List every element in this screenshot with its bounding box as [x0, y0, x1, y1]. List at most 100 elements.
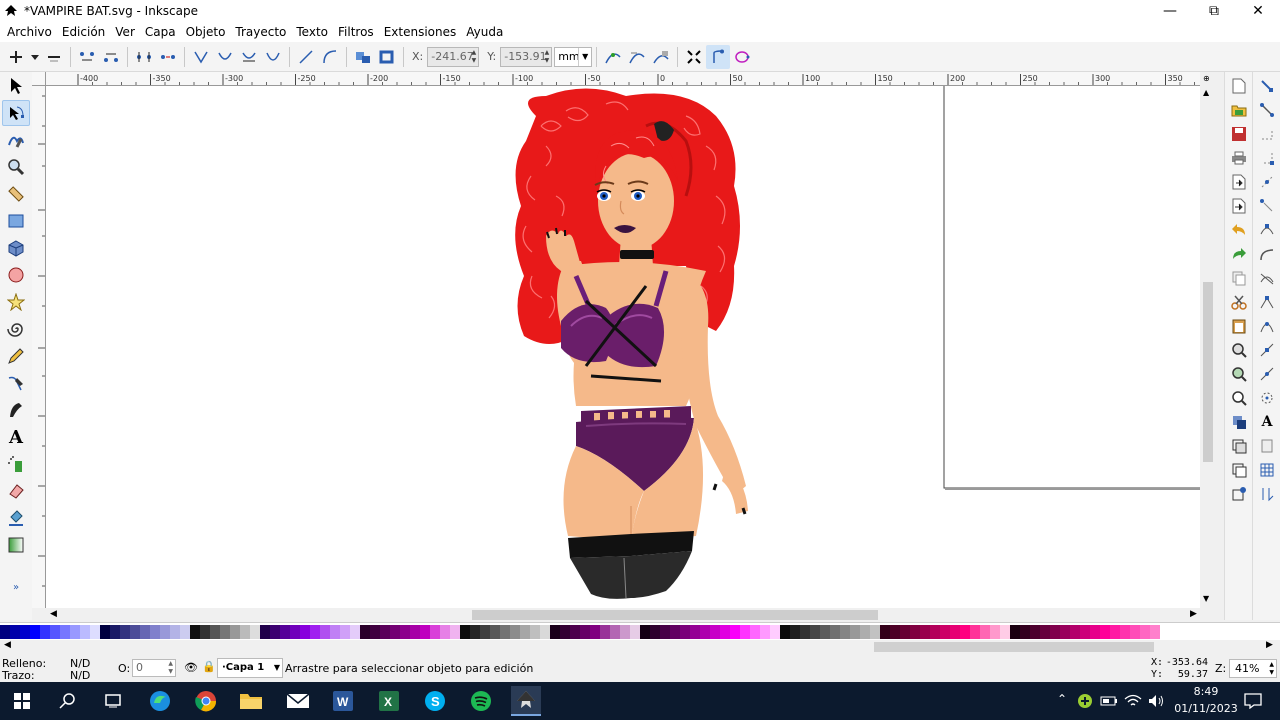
paint-bucket-tool-icon[interactable] [2, 505, 30, 531]
palette-swatch[interactable] [30, 625, 40, 639]
palette-swatch[interactable] [660, 625, 670, 639]
palette-swatch[interactable] [870, 625, 880, 639]
minimize-button[interactable]: — [1148, 0, 1192, 22]
star-tool-icon[interactable] [2, 289, 30, 315]
cusp-node-icon[interactable] [189, 45, 213, 69]
drawing-canvas[interactable] [46, 86, 1200, 608]
menu-objeto[interactable]: Objeto [181, 25, 231, 39]
import-icon[interactable] [1227, 170, 1251, 194]
snap-bbox-corner-icon[interactable] [1255, 146, 1279, 170]
spiral-tool-icon[interactable] [2, 316, 30, 342]
layer-select[interactable]: ·Capa 1 ▼ [217, 658, 283, 678]
delete-segment-icon[interactable] [156, 45, 180, 69]
palette-swatch[interactable] [1110, 625, 1120, 639]
insert-dropdown-icon[interactable] [28, 45, 42, 69]
palette-swatch[interactable] [200, 625, 210, 639]
palette-swatch[interactable] [240, 625, 250, 639]
palette-swatch[interactable] [1130, 625, 1140, 639]
ruler-top[interactable]: -400 -350 -300 -250 -200 -150 -100 -50 0 50 100 150… [46, 72, 1200, 86]
palette-swatch[interactable] [300, 625, 310, 639]
palette-swatch[interactable] [710, 625, 720, 639]
palette-swatch[interactable] [310, 625, 320, 639]
palette-swatch[interactable] [100, 625, 110, 639]
circle-tool-icon[interactable] [2, 262, 30, 288]
palette-swatch[interactable] [270, 625, 280, 639]
palette-swatch[interactable] [570, 625, 580, 639]
palette-swatch[interactable] [540, 625, 550, 639]
palette-swatch[interactable] [670, 625, 680, 639]
palette-swatch[interactable] [510, 625, 520, 639]
palette-swatch[interactable] [1070, 625, 1080, 639]
snap-text-baseline-icon[interactable]: A [1255, 410, 1279, 434]
unlink-clone-icon[interactable] [1227, 458, 1251, 482]
tray-app-icon[interactable] [1073, 686, 1097, 716]
palette-swatch[interactable] [340, 625, 350, 639]
selector-tool-icon[interactable] [2, 73, 30, 99]
palette-swatch[interactable] [740, 625, 750, 639]
palette-swatch[interactable] [1090, 625, 1100, 639]
menu-capa[interactable]: Capa [140, 25, 181, 39]
measure-tool-icon[interactable] [2, 181, 30, 207]
stroke-value[interactable]: N/D [70, 669, 90, 682]
maximize-button[interactable]: ⧉ [1192, 0, 1236, 22]
palette-scroll-right-icon[interactable]: ▶ [1266, 640, 1273, 650]
palette-swatch[interactable] [230, 625, 240, 639]
palette-swatch[interactable] [620, 625, 630, 639]
palette-swatch[interactable] [880, 625, 890, 639]
palette-swatch[interactable] [800, 625, 810, 639]
clone-icon[interactable] [1227, 434, 1251, 458]
show-hidden-icons-icon[interactable]: ⌃ [1057, 692, 1067, 706]
palette-swatch[interactable] [900, 625, 910, 639]
palette-swatch[interactable] [1100, 625, 1110, 639]
snap-guide-icon[interactable] [1255, 482, 1279, 506]
open-document-icon[interactable] [1227, 98, 1251, 122]
search-icon[interactable] [53, 686, 83, 716]
palette-swatch[interactable] [170, 625, 180, 639]
volume-icon[interactable] [1144, 686, 1168, 716]
palette-swatch[interactable] [40, 625, 50, 639]
calligraphy-tool-icon[interactable] [2, 397, 30, 423]
snap-object-midpoint-icon[interactable] [1255, 362, 1279, 386]
duplicate-icon[interactable] [1227, 410, 1251, 434]
palette-swatch[interactable] [430, 625, 440, 639]
pencil-tool-icon[interactable] [2, 343, 30, 369]
object-to-path-icon[interactable] [351, 45, 375, 69]
palette-swatch[interactable] [10, 625, 20, 639]
undo-icon[interactable] [1227, 218, 1251, 242]
transform-handles-icon[interactable] [682, 45, 706, 69]
palette-swatch[interactable] [970, 625, 980, 639]
palette-swatch[interactable] [90, 625, 100, 639]
menu-texto[interactable]: Texto [291, 25, 333, 39]
battery-icon[interactable] [1097, 686, 1121, 716]
zoom-tool-icon[interactable] [2, 154, 30, 180]
palette-swatch[interactable] [190, 625, 200, 639]
palette-swatch[interactable] [280, 625, 290, 639]
palette-swatch[interactable] [220, 625, 230, 639]
cut-icon[interactable] [1227, 290, 1251, 314]
palette-swatch[interactable] [920, 625, 930, 639]
palette-swatch[interactable] [390, 625, 400, 639]
print-document-icon[interactable] [1227, 146, 1251, 170]
vertical-scrollbar[interactable]: ⊕ ▲ ▼ [1200, 72, 1216, 608]
vertical-scroll-thumb[interactable] [1203, 282, 1213, 462]
menu-archivo[interactable]: Archivo [2, 25, 57, 39]
segment-line-icon[interactable] [294, 45, 318, 69]
menu-ayuda[interactable]: Ayuda [461, 25, 508, 39]
palette-scroll-thumb[interactable] [874, 642, 1154, 652]
palette-swatch[interactable] [1000, 625, 1010, 639]
palette-swatch[interactable] [850, 625, 860, 639]
insert-node-icon[interactable] [4, 45, 28, 69]
palette-swatch[interactable] [80, 625, 90, 639]
palette-swatch[interactable] [680, 625, 690, 639]
palette-swatch[interactable] [760, 625, 770, 639]
palette-swatch[interactable] [580, 625, 590, 639]
horizontal-scrollbar[interactable]: ◀ ▶ [46, 608, 1216, 622]
palette-swatch[interactable] [1150, 625, 1160, 639]
palette-swatch[interactable] [500, 625, 510, 639]
menu-edicion[interactable]: Edición [57, 25, 110, 39]
palette-scroll-left-icon[interactable]: ◀ [4, 640, 11, 650]
color-palette[interactable] [0, 622, 1280, 640]
palette-swatch[interactable] [20, 625, 30, 639]
redo-icon[interactable] [1227, 242, 1251, 266]
palette-swatch[interactable] [330, 625, 340, 639]
